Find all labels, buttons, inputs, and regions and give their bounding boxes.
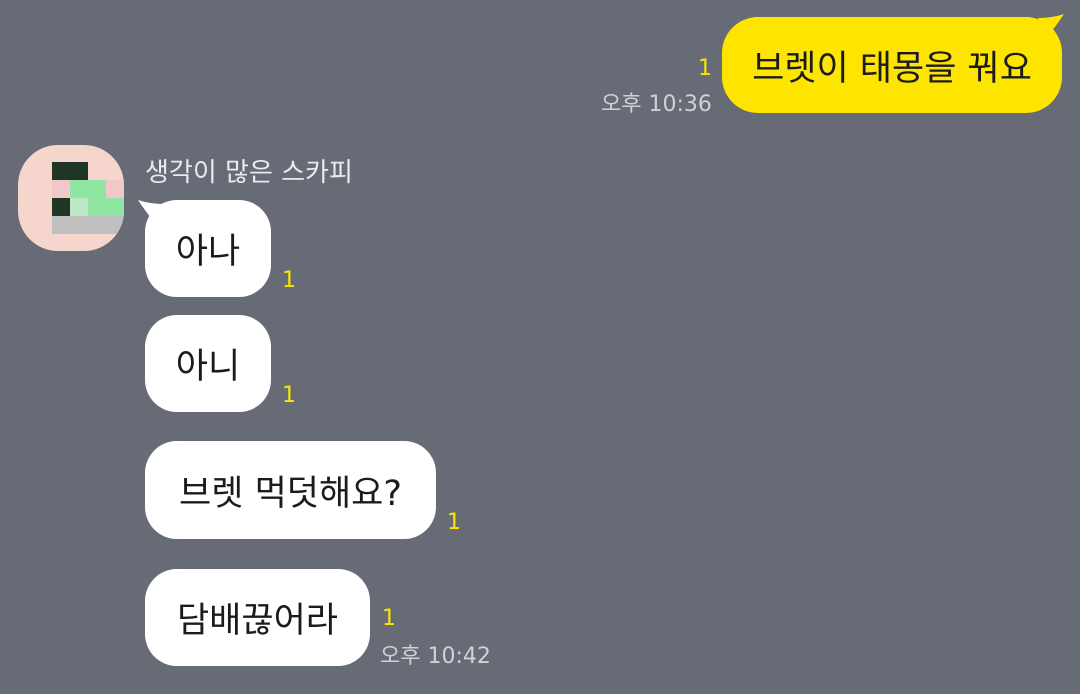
unread-count: 1 bbox=[282, 383, 296, 408]
their-message-bubble[interactable]: 브렛 먹덧해요? bbox=[145, 441, 436, 539]
avatar[interactable] bbox=[18, 145, 124, 251]
unread-count: 1 bbox=[382, 606, 396, 631]
unread-count: 1 bbox=[698, 56, 712, 81]
pixelated-avatar-icon bbox=[18, 145, 124, 251]
unread-count: 1 bbox=[447, 510, 461, 535]
their-message-bubble[interactable]: 담배끊어라 bbox=[145, 569, 370, 666]
their-message-bubble[interactable]: 아니 bbox=[145, 315, 271, 412]
message-time: 오후 10:36 bbox=[601, 92, 712, 117]
my-message-bubble[interactable]: 브렛이 태몽을 꿔요 bbox=[722, 17, 1062, 113]
sender-name: 생각이 많은 스카피 bbox=[145, 158, 353, 188]
their-message-bubble[interactable]: 아나 bbox=[145, 200, 271, 297]
unread-count: 1 bbox=[282, 268, 296, 293]
message-time: 오후 10:42 bbox=[380, 644, 491, 669]
